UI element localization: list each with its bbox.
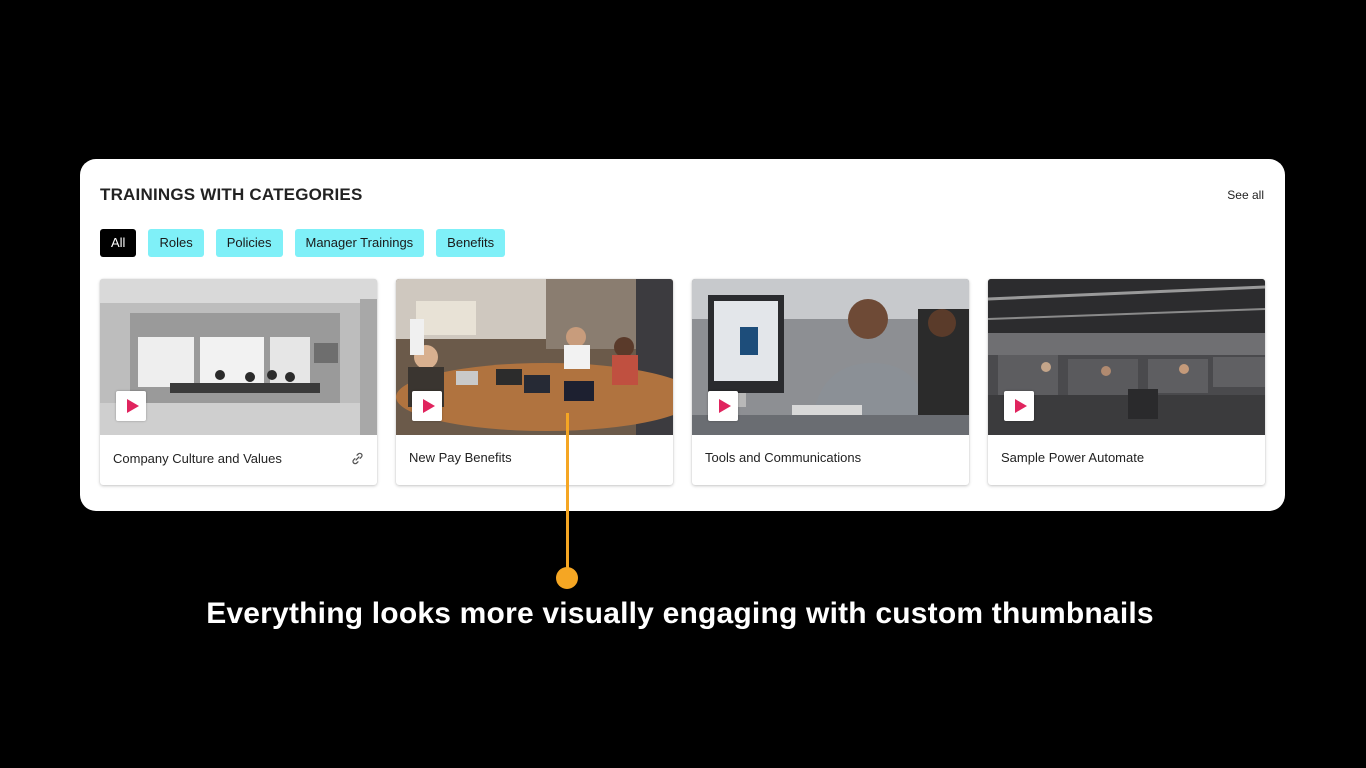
filter-chip-manager-trainings[interactable]: Manager Trainings [294, 229, 425, 257]
play-icon[interactable] [708, 391, 738, 421]
see-all-link[interactable]: See all [1227, 188, 1264, 202]
card-thumbnail [988, 279, 1265, 435]
trainings-panel: TRAININGS WITH CATEGORIES See all All Ro… [80, 159, 1285, 511]
play-icon[interactable] [1004, 391, 1034, 421]
training-card[interactable]: Sample Power Automate [988, 279, 1265, 485]
link-icon[interactable] [350, 451, 365, 466]
filter-chip-policies[interactable]: Policies [215, 229, 283, 257]
play-icon[interactable] [116, 391, 146, 421]
card-thumbnail [692, 279, 969, 435]
play-icon[interactable] [412, 391, 442, 421]
callout-caption: Everything looks more visually engaging … [206, 597, 1154, 630]
card-title: Company Culture and Values [113, 451, 282, 466]
training-card[interactable]: New Pay Benefits [396, 279, 673, 485]
card-title: New Pay Benefits [409, 450, 512, 465]
training-card[interactable]: Company Culture and Values [100, 279, 377, 485]
card-thumbnail [396, 279, 673, 435]
filter-chip-roles[interactable]: Roles [148, 229, 204, 257]
callout-pointer-line [566, 413, 569, 577]
card-thumbnail [100, 279, 377, 435]
panel-title: TRAININGS WITH CATEGORIES [100, 185, 363, 204]
callout-pointer-dot [556, 567, 578, 589]
category-filter-bar: All Roles Policies Manager Trainings Ben… [100, 229, 517, 257]
training-card[interactable]: Tools and Communications [692, 279, 969, 485]
card-title: Tools and Communications [705, 450, 862, 465]
filter-chip-benefits[interactable]: Benefits [436, 229, 506, 257]
card-title: Sample Power Automate [1001, 450, 1145, 465]
filter-chip-all[interactable]: All [100, 229, 137, 257]
